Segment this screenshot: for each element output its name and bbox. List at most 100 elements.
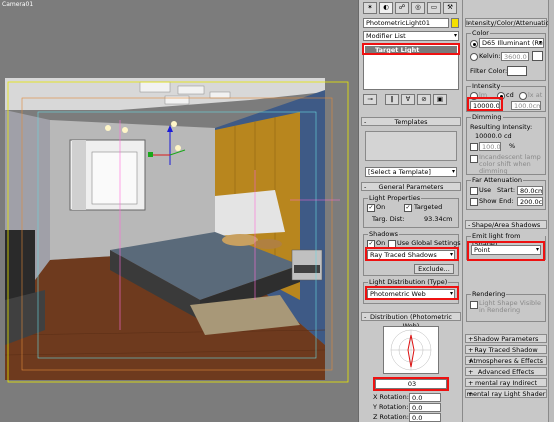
- general-parameters-header[interactable]: - General Parameters: [361, 182, 461, 191]
- shadows-on-label: On: [376, 239, 386, 247]
- filter-color-swatch[interactable]: [507, 66, 527, 76]
- camera-viewport[interactable]: Camera01: [0, 0, 358, 422]
- kelvin-field[interactable]: 3600.0: [501, 52, 529, 61]
- filter-color-label: Filter Color:: [470, 67, 508, 75]
- y-rotation-field[interactable]: 0.0: [409, 403, 441, 412]
- far-use-checkbox[interactable]: [470, 187, 478, 195]
- advanced-effects-label: Advanced Effects: [477, 368, 535, 376]
- shadow-params-label: Shadow Parameters: [473, 335, 539, 343]
- make-unique-icon[interactable]: ∀: [401, 94, 415, 105]
- dimming-title: Dimming: [471, 113, 503, 121]
- shape-visible-label: Light Shape Visible in Rendering: [479, 299, 541, 314]
- targ-dist-value: 93.34cm: [424, 215, 453, 223]
- use-global-label: Use Global Settings: [397, 239, 461, 247]
- color-preset-radio[interactable]: [470, 40, 478, 48]
- create-tab-icon[interactable]: ✶: [363, 2, 377, 14]
- light-on-checkbox[interactable]: ✓: [367, 204, 375, 212]
- object-color-swatch[interactable]: [451, 18, 459, 28]
- command-panel-tabs: ✶ ◐ ☍ ◎ ▭ ⚒: [363, 2, 459, 14]
- atmospheres-rollout[interactable]: + Atmospheres & Effects: [465, 356, 547, 365]
- shape-rollout-header[interactable]: - Shape/Area Shadows: [465, 220, 547, 229]
- far-start-field[interactable]: 80.0cm: [517, 186, 543, 195]
- template-description: [365, 131, 457, 161]
- dimming-checkbox[interactable]: [470, 143, 478, 151]
- color-group: Color D65 Illuminant (Refere Kelvin: 360…: [466, 29, 546, 81]
- shape-title: Shape/Area Shadows: [471, 221, 541, 229]
- far-attenuation-title: Far Attenuation: [471, 176, 523, 184]
- remove-modifier-icon[interactable]: ⊘: [417, 94, 431, 105]
- far-start-label: Start:: [497, 186, 516, 194]
- web-preview[interactable]: [383, 326, 439, 374]
- rendering-group: Rendering Light Shape Visible in Renderi…: [466, 290, 546, 322]
- incandescent-checkbox[interactable]: [470, 155, 478, 163]
- highlight-web-file: [373, 377, 449, 391]
- far-attenuation-group: Far Attenuation Use Start: 80.0cm Show E…: [466, 176, 546, 210]
- templates-rollout-header[interactable]: - Templates: [361, 117, 461, 126]
- dimming-percent-field[interactable]: 100.0: [479, 142, 501, 151]
- command-panel-left: ✶ ◐ ☍ ◎ ▭ ⚒ PhotometricLight01 Modifier …: [358, 0, 463, 422]
- templates-title: Templates: [394, 118, 428, 126]
- ray-traced-rollout[interactable]: +Ray Traced Shadow Params: [465, 345, 547, 363]
- pin-stack-icon[interactable]: ⊸: [363, 94, 377, 105]
- highlight-intensity: [467, 97, 503, 111]
- kelvin-radio[interactable]: [470, 53, 478, 61]
- light-properties-group: Light Properties ✓ On ✓ Targeted Targ. D…: [363, 194, 459, 228]
- highlight-emit-shape: [467, 241, 545, 261]
- show-end-result-icon[interactable]: ‖: [385, 94, 399, 105]
- far-show-label: Show: [479, 197, 497, 205]
- template-select[interactable]: [Select a Template]: [365, 167, 457, 177]
- shadows-title: Shadows: [368, 230, 400, 238]
- display-tab-icon[interactable]: ▭: [427, 2, 441, 14]
- x-rotation-field[interactable]: 0.0: [409, 393, 441, 402]
- modifier-list-dropdown[interactable]: Modifier List: [363, 31, 459, 41]
- advanced-effects-rollout[interactable]: + Advanced Effects: [465, 367, 547, 376]
- highlight-distribution: [365, 286, 459, 300]
- resulting-intensity-value: 10000.0 cd: [475, 132, 512, 140]
- shadow-params-rollout[interactable]: + Shadow Parameters: [465, 334, 547, 343]
- mental-ray-shader-label: mental ray Light Shader: [466, 390, 546, 398]
- lx-label: lx at: [528, 91, 543, 99]
- far-end-label: End:: [499, 197, 514, 205]
- light-distribution-title: Light Distribution (Type): [368, 278, 449, 286]
- mental-ray-shader-rollout[interactable]: + mental ray Light Shader: [465, 389, 547, 398]
- stack-toolbar: ⊸ ‖ ∀ ⊘ ▣: [363, 94, 459, 106]
- kelvin-label: Kelvin:: [479, 52, 501, 60]
- motion-tab-icon[interactable]: ◎: [411, 2, 425, 14]
- targ-dist-label: Targ. Dist:: [372, 215, 405, 223]
- color-preset-dropdown[interactable]: D65 Illuminant (Refere: [479, 38, 544, 48]
- atmospheres-label: Atmospheres & Effects: [468, 357, 544, 365]
- viewport-label: Camera01: [2, 1, 34, 8]
- mental-ray-indirect-rollout[interactable]: +mental ray Indirect Illumination: [465, 378, 547, 396]
- incandescent-label: Incandescent lamp color shift when dimmi…: [479, 153, 541, 175]
- distance-field[interactable]: 100.0cm: [511, 101, 541, 110]
- targeted-label: Targeted: [414, 203, 443, 211]
- targeted-checkbox[interactable]: ✓: [404, 204, 412, 212]
- panel-scrollbar[interactable]: [548, 0, 554, 422]
- modify-tab-icon[interactable]: ◐: [379, 2, 393, 14]
- hierarchy-tab-icon[interactable]: ☍: [395, 2, 409, 14]
- configure-sets-icon[interactable]: ▣: [433, 94, 447, 105]
- object-name-field[interactable]: PhotometricLight01: [363, 18, 449, 28]
- light-properties-title: Light Properties: [368, 194, 422, 202]
- shape-visible-checkbox[interactable]: [470, 301, 478, 309]
- highlight-stack-item: [362, 43, 460, 55]
- intensity-rollout-header[interactable]: - Intensity/Color/Attenuation: [465, 18, 554, 27]
- color-title: Color: [471, 29, 490, 37]
- utilities-tab-icon[interactable]: ⚒: [443, 2, 457, 14]
- exclude-button[interactable]: Exclude...: [414, 264, 454, 274]
- z-rotation-field[interactable]: 0.0: [409, 413, 441, 422]
- far-end-field[interactable]: 200.0cm: [517, 197, 543, 206]
- general-title: General Parameters: [378, 183, 444, 191]
- kelvin-color-swatch[interactable]: [532, 51, 543, 61]
- rendering-title: Rendering: [471, 290, 507, 298]
- x-rotation-label: X Rotation:: [373, 393, 409, 401]
- distribution-web-header[interactable]: -Distribution (Photometric Web): [361, 312, 461, 330]
- far-use-label: Use: [479, 186, 492, 194]
- viewport-scene: [0, 0, 358, 422]
- intensity-group-title: Intensity: [471, 82, 502, 90]
- lx-radio[interactable]: [519, 92, 527, 100]
- cd-label: cd: [506, 91, 514, 99]
- y-rotation-label: Y Rotation:: [373, 403, 409, 411]
- z-rotation-label: Z Rotation:: [373, 413, 409, 421]
- far-show-checkbox[interactable]: [470, 198, 478, 206]
